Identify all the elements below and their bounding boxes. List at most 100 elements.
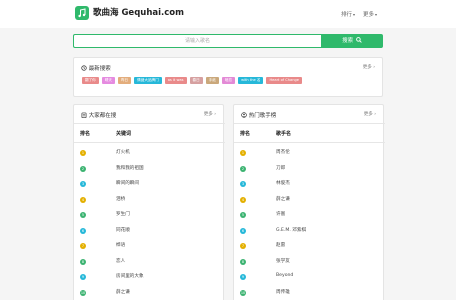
- recent-tag-list: 翻了你 晴天 昨日 情绪大品牌门 as it was 春日 手纸 暗恋 with the 名 He…: [82, 77, 302, 84]
- table-row[interactable]: 1 灯火机: [74, 147, 225, 161]
- search-button-label: 搜索: [342, 38, 354, 44]
- table-row[interactable]: 3 林俊杰: [234, 178, 385, 192]
- recent-search-label: 最新搜索: [88, 66, 111, 72]
- rank-name-link[interactable]: 薛之谦: [116, 289, 130, 295]
- table-row[interactable]: 3 瞬间的瞬间: [74, 178, 225, 192]
- col-header-keyword: 关键词: [116, 131, 132, 137]
- rank-name-link[interactable]: G.E.M. 邓紫棋: [276, 227, 306, 233]
- divider: [74, 142, 225, 143]
- rank-badge: 1: [240, 150, 246, 156]
- hot-singers-title: 热门歌手榜: [241, 111, 276, 119]
- table-row[interactable]: 9 Beyond: [234, 271, 385, 285]
- search-tag[interactable]: with the 名: [238, 77, 264, 84]
- divider: [74, 123, 225, 124]
- rank-name-link[interactable]: 赵雷: [276, 242, 285, 248]
- table-row[interactable]: 1 周杰伦: [234, 147, 385, 161]
- rank-name-link[interactable]: 桦语: [116, 242, 125, 248]
- rank-name-link[interactable]: 刀郎: [276, 165, 285, 171]
- search-tag[interactable]: as it was: [164, 77, 187, 84]
- rank-badge: 4: [240, 196, 246, 203]
- history-icon: [81, 65, 87, 71]
- rank-badge: 3: [240, 181, 246, 187]
- divider: [234, 123, 385, 124]
- hot-search-card: 大家都在搜 更多 › 排名 关键词 1 灯火机 2 我和我的祖国 3 瞬间的瞬间 4 泪桥 5 罗…: [73, 104, 225, 300]
- rank-name-link[interactable]: 周杰伦: [276, 149, 290, 155]
- table-row[interactable]: 8 张学友: [234, 256, 385, 270]
- search-tag[interactable]: 晴天: [101, 77, 115, 84]
- table-row[interactable]: 10 薛之谦: [74, 287, 225, 300]
- rank-name-link[interactable]: 灯火机: [116, 149, 130, 155]
- rank-badge: 5: [240, 212, 246, 218]
- nav-ranking-label: 排行: [341, 12, 353, 18]
- search-tag[interactable]: 翻了你: [82, 77, 99, 84]
- rank-badge: 8: [80, 258, 86, 265]
- rank-badge: 7: [80, 243, 86, 249]
- nav-more-label: 更多: [363, 12, 375, 18]
- nav-more[interactable]: 更多▾: [363, 10, 377, 18]
- rank-name-link[interactable]: 薛之谦: [276, 196, 290, 202]
- recent-search-card: 最新搜索 更多 › 翻了你 晴天 昨日 情绪大品牌门 as it was 春日 手纸 暗恋 wi…: [73, 57, 383, 97]
- search-input[interactable]: [73, 34, 321, 48]
- col-header-rank: 排名: [240, 131, 251, 137]
- rank-badge: 1: [80, 150, 86, 156]
- user-circle-icon: [241, 112, 247, 118]
- rank-name-link[interactable]: 张学友: [276, 258, 290, 264]
- table-row[interactable]: 5 许嵩: [234, 209, 385, 223]
- rank-name-link[interactable]: 罗生门: [116, 211, 130, 217]
- table-row[interactable]: 7 桦语: [74, 240, 225, 254]
- rank-badge: 8: [240, 258, 246, 265]
- recent-search-title: 最新搜索: [81, 64, 111, 72]
- rank-name-link[interactable]: 同花顺: [116, 227, 130, 233]
- search-tag[interactable]: 暗恋: [221, 77, 236, 84]
- table-row[interactable]: 5 罗生门: [74, 209, 225, 223]
- search-tag[interactable]: 昨日: [117, 77, 132, 84]
- recent-more-link[interactable]: 更多 ›: [363, 64, 375, 70]
- clipboard-icon: [81, 112, 87, 119]
- rank-badge: 4: [80, 196, 86, 203]
- rank-badge: 6: [240, 227, 246, 234]
- rank-name-link[interactable]: 林俊杰: [276, 180, 290, 186]
- table-row[interactable]: 2 我和我的祖国: [74, 163, 225, 177]
- table-row[interactable]: 4 泪桥: [74, 194, 225, 208]
- music-note-icon[interactable]: [75, 6, 89, 20]
- hot-search-label: 大家都在搜: [88, 113, 117, 119]
- rank-name-link[interactable]: 许嵩: [276, 211, 285, 217]
- rank-name-link[interactable]: 房间里的大象: [116, 273, 144, 279]
- site-brand[interactable]: 歌曲海 Gequhai.com: [93, 6, 184, 18]
- search-tag[interactable]: 春日: [189, 77, 203, 84]
- col-header-singer: 歌手名: [276, 131, 292, 137]
- table-row[interactable]: 8 恋人: [74, 256, 225, 270]
- table-row[interactable]: 6 同花顺: [74, 225, 225, 239]
- nav-ranking[interactable]: 排行▾: [341, 10, 355, 18]
- table-row[interactable]: 4 薛之谦: [234, 194, 385, 208]
- rank-badge: 3: [80, 181, 86, 187]
- search-tag[interactable]: Heart of Change: [266, 77, 302, 84]
- rank-badge: 2: [240, 165, 246, 172]
- rank-badge: 9: [80, 274, 86, 280]
- search-tag[interactable]: 手纸: [205, 77, 219, 84]
- hot-search-title: 大家都在搜: [81, 111, 116, 119]
- table-row[interactable]: 7 赵雷: [234, 240, 385, 254]
- hot-singers-label: 热门歌手榜: [248, 113, 277, 119]
- table-row[interactable]: 6 G.E.M. 邓紫棋: [234, 225, 385, 239]
- top-header: 歌曲海 Gequhai.com 排行▾ 更多▾: [0, 0, 456, 28]
- rank-name-link[interactable]: 我和我的祖国: [116, 165, 144, 171]
- rank-name-link[interactable]: 泪桥: [116, 196, 125, 202]
- search-tag[interactable]: 情绪大品牌门: [134, 77, 162, 84]
- col-header-rank: 排名: [80, 131, 91, 137]
- table-row[interactable]: 2 刀郎: [234, 163, 385, 177]
- hot-singers-card: 热门歌手榜 更多 › 排名 歌手名 1 周杰伦 2 刀郎 3 林俊杰 4 薛之谦 5 许嵩 6 G.E…: [233, 104, 385, 300]
- search-button[interactable]: 搜索: [321, 34, 383, 48]
- rank-badge: 2: [80, 165, 86, 172]
- search-icon: [356, 37, 362, 43]
- hot-singers-more-link[interactable]: 更多 ›: [364, 111, 376, 117]
- rank-name-link[interactable]: 周传雄: [276, 289, 290, 295]
- rank-name-link[interactable]: 恋人: [116, 258, 125, 264]
- rank-name-link[interactable]: Beyond: [276, 273, 293, 278]
- table-row[interactable]: 10 周传雄: [234, 287, 385, 300]
- rank-badge: 10: [80, 289, 86, 296]
- rank-name-link[interactable]: 瞬间的瞬间: [116, 180, 139, 186]
- rank-badge: 6: [80, 227, 86, 234]
- hot-search-more-link[interactable]: 更多 ›: [204, 111, 216, 117]
- table-row[interactable]: 9 房间里的大象: [74, 271, 225, 285]
